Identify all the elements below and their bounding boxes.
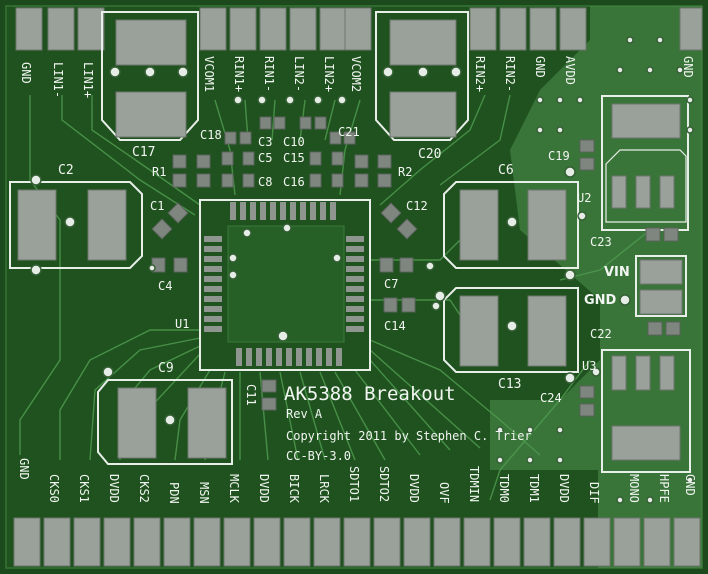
bottom-pin-label: DIF xyxy=(587,482,601,504)
c7-label: C7 xyxy=(384,277,398,291)
bottom-pin-label: DVDD xyxy=(557,474,571,503)
top-pin-label: GND xyxy=(681,56,695,78)
c1-label: C1 xyxy=(150,199,164,213)
bottom-pin-label: HPFE xyxy=(657,474,671,503)
c23-label: C23 xyxy=(590,235,612,249)
bottom-pin-label: DVDD xyxy=(107,474,121,503)
c16-label: C16 xyxy=(283,175,305,189)
top-pin-label: LIN1- xyxy=(51,62,65,98)
bottom-pin-label: CKS0 xyxy=(47,474,61,503)
c20-label: C20 xyxy=(418,147,441,162)
pcb-render: GND LIN1- LIN1+ VCOM1 RIN1+ RIN1- LIN2- … xyxy=(0,0,708,574)
bottom-pin-label: OVF xyxy=(437,482,451,504)
top-pin-label: RIN1- xyxy=(262,56,276,92)
top-pin-label: RIN1+ xyxy=(232,56,246,92)
bottom-pin-label: MONO xyxy=(627,474,641,503)
c13-label: C13 xyxy=(498,377,521,392)
bottom-pin-label: MCLK xyxy=(227,474,241,504)
top-pin-label: AVDD xyxy=(563,56,577,85)
r2-label: R2 xyxy=(398,165,412,179)
bottom-pin-label: TDM1 xyxy=(527,474,541,503)
bottom-pin-label: CKS2 xyxy=(137,474,151,503)
bottom-pin-label: BICK xyxy=(287,474,301,504)
bottom-pin-label: TDM0 xyxy=(497,474,511,503)
bottom-pin-label: GND xyxy=(683,474,697,496)
bottom-header xyxy=(13,517,701,567)
bottom-pin-label: GND xyxy=(17,458,31,480)
c15-label: C15 xyxy=(283,151,305,165)
bottom-pin-label: PDN xyxy=(167,482,181,504)
c8-label: C8 xyxy=(258,175,272,189)
c17-capacitor xyxy=(101,11,199,141)
bottom-pin-label: SDTO1 xyxy=(347,466,361,502)
board-title: AK5388 Breakout xyxy=(284,383,456,405)
c17-label: C17 xyxy=(132,145,155,160)
u1-label: U1 xyxy=(175,317,189,331)
u2-label: U2 xyxy=(577,191,591,205)
board-license: CC-BY-3.0 xyxy=(286,449,351,463)
top-pin-label: LIN1+ xyxy=(81,62,95,98)
top-pin-label: LIN2- xyxy=(292,56,306,92)
c19-label: C19 xyxy=(548,149,570,163)
c2-label: C2 xyxy=(58,163,74,178)
c21-label: C21 xyxy=(338,125,360,139)
c9-label: C9 xyxy=(158,361,174,376)
c20-capacitor xyxy=(375,11,469,141)
board-revision: Rev A xyxy=(286,407,323,421)
r1-label: R1 xyxy=(152,165,166,179)
top-pin-label: VCOM2 xyxy=(349,56,363,92)
c4-label: C4 xyxy=(158,279,172,293)
c18-label: C18 xyxy=(200,128,222,142)
gnd-label: GND xyxy=(584,293,617,308)
bottom-pin-label: SDTO2 xyxy=(377,466,391,502)
c24-label: C24 xyxy=(540,391,562,405)
c5-label: C5 xyxy=(258,151,272,165)
top-pin-label: VCOM1 xyxy=(202,56,216,92)
bottom-pin-label: MSN xyxy=(197,482,211,504)
c22-label: C22 xyxy=(590,327,612,341)
board-copyright: Copyright 2011 by Stephen C. Trier xyxy=(286,429,532,443)
c12-label: C12 xyxy=(406,199,428,213)
vin-label: VIN xyxy=(604,265,630,280)
c6-label: C6 xyxy=(498,163,514,178)
bottom-pin-label: CKS1 xyxy=(77,474,91,503)
top-pin-label: LIN2+ xyxy=(322,56,336,92)
c3-label: C3 xyxy=(258,135,272,149)
c10-label: C10 xyxy=(283,135,305,149)
top-pin-label: RIN2- xyxy=(503,56,517,92)
bottom-pin-label: DVDD xyxy=(257,474,271,503)
c14-label: C14 xyxy=(384,319,406,333)
bottom-pin-label: DVDD xyxy=(407,474,421,503)
top-pin-label: GND xyxy=(19,62,33,84)
u3-label: U3 xyxy=(582,359,596,373)
bottom-pin-label: TDMIN xyxy=(467,466,481,502)
c11-label: C11 xyxy=(244,384,258,406)
top-pin-label: GND xyxy=(533,56,547,78)
pcb-board: GND LIN1- LIN1+ VCOM1 RIN1+ RIN1- LIN2- … xyxy=(0,0,708,574)
bottom-pin-label: LRCK xyxy=(317,474,331,504)
top-pin-label: RIN2+ xyxy=(473,56,487,92)
